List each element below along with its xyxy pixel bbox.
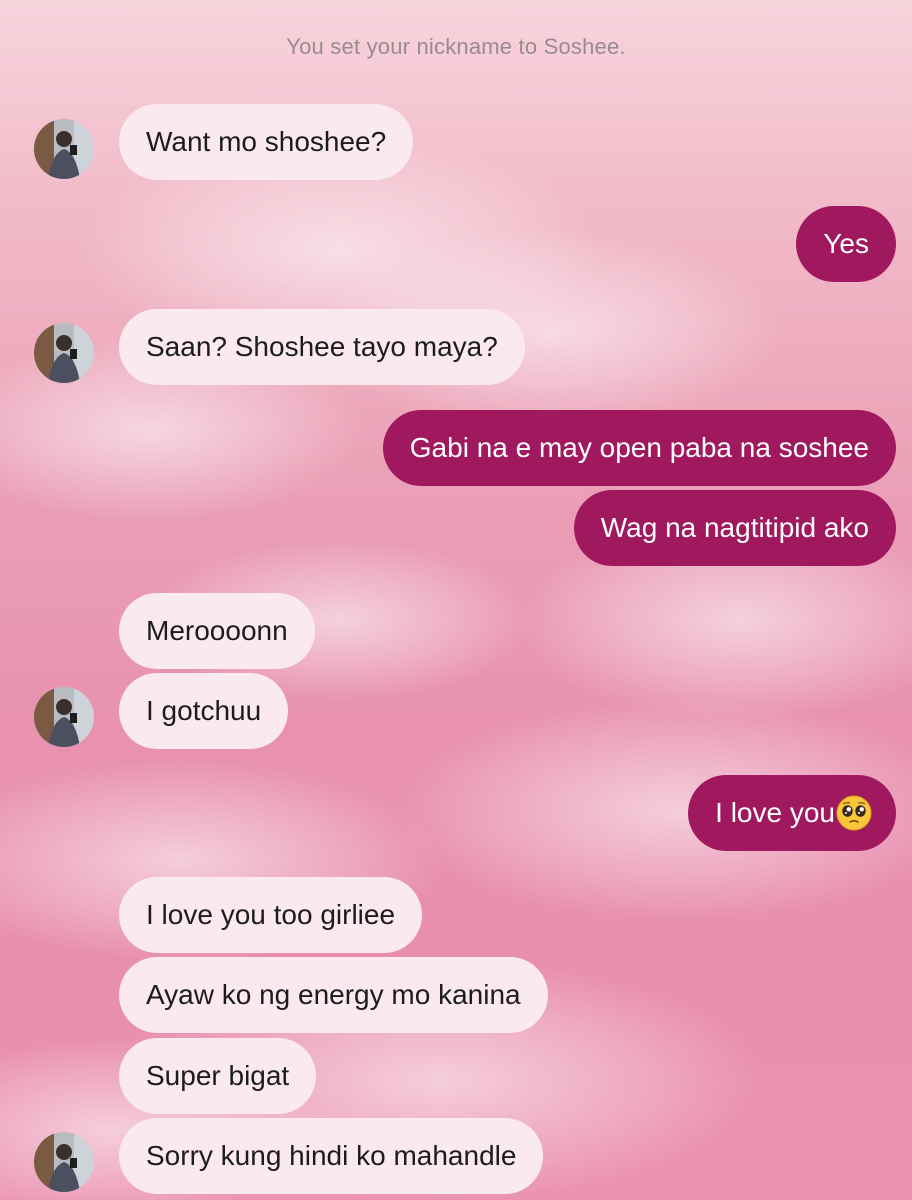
incoming-message-bubble[interactable]: Saan? Shoshee tayo maya? <box>119 309 525 385</box>
incoming-message-bubble[interactable]: Meroooonn <box>119 593 315 669</box>
message-text: Want mo shoshee? <box>146 126 387 157</box>
outgoing-message-bubble[interactable]: Yes <box>796 206 896 282</box>
message-text: I love you too girliee <box>146 899 396 930</box>
message-text: Meroooonn <box>146 615 288 646</box>
avatar-photo-icon <box>34 687 94 747</box>
incoming-message-bubble[interactable]: Want mo shoshee? <box>119 104 414 180</box>
outgoing-message-bubble[interactable]: Gabi na e may open paba na soshee <box>382 410 896 486</box>
avatar-photo-icon <box>34 1132 94 1192</box>
sender-avatar[interactable] <box>34 323 94 383</box>
sender-avatar[interactable] <box>34 119 94 179</box>
message-text: Yes <box>823 228 869 259</box>
message-text: Ayaw ko ng energy mo kanina <box>146 979 521 1010</box>
incoming-message-bubble[interactable]: I gotchuu <box>119 673 289 749</box>
message-text: Wag na nagtitipid ako <box>600 512 869 543</box>
pleading-face-emoji-icon <box>836 795 872 831</box>
avatar-photo-icon <box>34 323 94 383</box>
incoming-message-bubble[interactable]: Sorry kung hindi ko mahandle <box>119 1118 544 1194</box>
outgoing-message-bubble[interactable]: Wag na nagtitipid ako <box>573 490 896 566</box>
sender-avatar[interactable] <box>34 1132 94 1192</box>
message-text: Saan? Shoshee tayo maya? <box>146 331 498 362</box>
avatar-photo-icon <box>34 119 94 179</box>
outgoing-message-bubble[interactable]: I love you <box>688 775 896 851</box>
message-text: I love you <box>715 797 835 828</box>
chat-thread: You set your nickname to Soshee. Want mo… <box>0 0 912 1200</box>
incoming-message-bubble[interactable]: I love you too girliee <box>119 877 423 953</box>
sender-avatar[interactable] <box>34 687 94 747</box>
message-text: Sorry kung hindi ko mahandle <box>146 1140 517 1171</box>
message-text: Gabi na e may open paba na soshee <box>409 432 869 463</box>
incoming-message-bubble[interactable]: Ayaw ko ng energy mo kanina <box>119 957 548 1033</box>
system-note-nickname: You set your nickname to Soshee. <box>286 34 626 59</box>
incoming-message-bubble[interactable]: Super bigat <box>119 1038 317 1114</box>
message-text: I gotchuu <box>146 695 262 726</box>
message-text: Super bigat <box>146 1060 290 1091</box>
